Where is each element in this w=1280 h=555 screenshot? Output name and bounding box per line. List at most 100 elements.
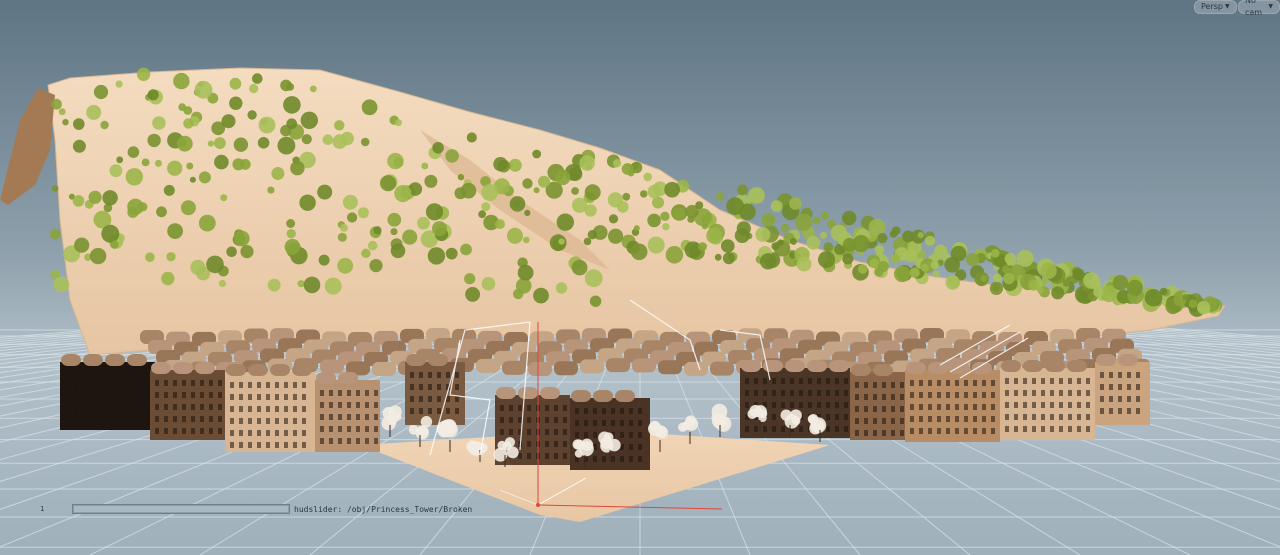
window [1136, 396, 1140, 402]
3d-viewport[interactable]: Persp ▼ No cam ▼ 1 hudslider: /obj/Princ… [0, 0, 1280, 555]
foliage-clump [116, 156, 124, 164]
window [817, 402, 821, 408]
foliage-clump [51, 185, 59, 192]
foliage-clump [902, 230, 914, 243]
window [754, 426, 758, 432]
window [1032, 402, 1036, 408]
foliage-clump [309, 85, 317, 93]
window [329, 438, 333, 444]
window [218, 416, 222, 422]
window [882, 406, 886, 412]
foliage-clump [267, 278, 281, 292]
foliage-clump [921, 263, 930, 272]
window [855, 418, 859, 424]
window [799, 426, 803, 432]
window [74, 384, 78, 390]
window [248, 406, 252, 412]
window [900, 430, 904, 436]
window [891, 430, 895, 436]
camera-mode-button[interactable]: Persp ▼ [1194, 0, 1237, 14]
foliage-clump [101, 224, 120, 243]
window [891, 406, 895, 412]
foliage-clump [464, 273, 476, 285]
window [611, 420, 615, 426]
window [347, 390, 351, 396]
window [955, 392, 959, 398]
window [991, 416, 995, 422]
foliage-clump [1006, 259, 1013, 266]
foliage-clump [662, 223, 670, 231]
window [446, 408, 450, 414]
window [620, 408, 624, 414]
window [437, 408, 441, 414]
foliage-clump [198, 171, 211, 184]
window [182, 392, 186, 398]
window [356, 414, 360, 420]
window [410, 372, 414, 378]
foliage-clump [706, 227, 723, 244]
window [629, 444, 633, 450]
foliage-clump [820, 211, 829, 220]
window [910, 392, 914, 398]
rooftop [972, 362, 992, 374]
window [826, 426, 830, 432]
window [500, 429, 504, 435]
foliage-clump [812, 216, 821, 225]
window [1109, 372, 1113, 378]
hud-slider[interactable] [72, 504, 290, 514]
window [891, 418, 895, 424]
cliff-terrain [47, 67, 1226, 356]
window [320, 390, 324, 396]
window [155, 380, 159, 386]
window [101, 408, 105, 414]
window [1127, 384, 1131, 390]
window [230, 406, 234, 412]
tree-canopy [715, 415, 732, 432]
foliage-clump [283, 96, 301, 114]
window [900, 418, 904, 424]
foliage-clump [145, 252, 155, 262]
window [509, 429, 513, 435]
foliage-clump [178, 103, 187, 111]
foliage-clump [232, 158, 245, 171]
tree-canopy [685, 415, 697, 427]
foliage-clump [286, 83, 295, 91]
rooftop [195, 362, 215, 374]
foliage-clump [761, 212, 776, 227]
rooftop [173, 362, 193, 374]
window [575, 420, 579, 426]
window [1041, 426, 1045, 432]
foliage-clump [286, 219, 296, 228]
foliage-clump [369, 259, 383, 273]
window [982, 380, 986, 386]
foliage-clump [286, 229, 296, 239]
rooftop [580, 359, 604, 374]
window [955, 428, 959, 434]
window [173, 416, 177, 422]
window [864, 418, 868, 424]
foliage-clump [432, 221, 447, 237]
window [509, 405, 513, 411]
foliage-clump [176, 135, 193, 152]
foliage-clump [857, 264, 868, 274]
window [781, 390, 785, 396]
window [428, 372, 432, 378]
foliage-clump [74, 237, 90, 253]
camera-select-button[interactable]: No cam ▼ [1238, 0, 1280, 17]
window [910, 416, 914, 422]
foliage-clump [1003, 272, 1015, 285]
foliage-clump [789, 197, 802, 210]
foliage-clump [390, 228, 398, 236]
window [593, 420, 597, 426]
tree-canopy [381, 415, 396, 431]
window [864, 430, 868, 436]
foliage-clump [460, 243, 472, 256]
rooftop [615, 390, 635, 402]
window [128, 396, 132, 402]
foliage-clump [395, 119, 402, 127]
window [545, 417, 549, 423]
window [1005, 390, 1009, 396]
foliage-clump [109, 164, 123, 178]
foliage-clump [357, 207, 369, 219]
foliage-clump [1016, 249, 1034, 267]
